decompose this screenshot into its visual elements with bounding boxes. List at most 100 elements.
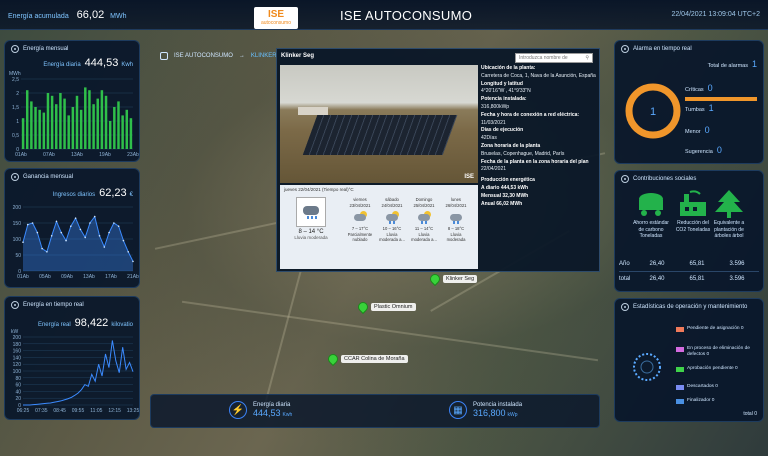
x-tick-label: 06:25 [17,408,30,414]
y-tick-label: 60 [15,383,21,389]
legend-swatch [676,385,684,390]
table-row: total 26,40 65,81 3.596 [619,271,759,286]
info-item: Fecha y hora de conexión a red eléctrica… [481,112,599,128]
monthly-energy-chart: MWh2,521,510,5001Ab 07Ab 13Ab 19Ab 23Ab [9,71,139,158]
y-tick-label: 100 [13,237,22,243]
alarm-critical[interactable]: Críticas 0 [685,83,713,93]
y-tick-label: 120 [13,362,22,368]
legend-item: Descartados 0 [676,384,763,390]
daily-energy-unit: Kwh [121,62,133,68]
bar [30,101,33,149]
plant-popup: Klinker Seg Introduzca nombre de ⚲ ISE U… [276,48,600,272]
forecast-date: 24/04/2021 [381,202,403,208]
ops-total: total 0 [743,411,757,417]
map-marker-ccar[interactable]: CCAR Colina de Moraña [325,351,408,367]
bar [46,93,50,149]
alarm-row-label: Menor [685,129,701,135]
marker-label: Plastic Omnium [371,303,416,311]
realtime-energy-chart: kW20018016014012010080604020006:25 07:35 0… [11,329,139,414]
data-point [74,217,77,219]
alarm-suggestion[interactable]: Sugerencia 0 [685,145,722,155]
info-item: Longitud y latitud 4°20'16"W , 41°9'33"N [481,81,599,97]
y-tick-label: 180 [13,342,22,348]
data-point [127,251,130,253]
realtime-energy-unit: kilovatio [111,322,133,328]
bottom-power-value-row: 316,800 kWp [473,408,522,418]
x-tick-label: 09:55 [72,408,85,414]
map-marker-klinker[interactable]: Klinker Seg [427,271,478,287]
x-tick-label: 13Ab [71,152,83,158]
data-point [93,215,96,218]
rain-cloud-icon [296,197,326,227]
info-label: Fecha de la planta en la zona horaria de… [481,158,589,165]
accum-label: Energía acumulada [8,13,69,20]
y-tick-label: 200 [13,205,22,211]
alarm-minor[interactable]: Menor 0 [685,125,710,135]
alarm-row-label: Tumbas [685,107,705,113]
y-tick-label: 1,5 [12,105,19,111]
map-marker-plastic-omnium[interactable]: Plastic Omnium [355,299,416,315]
bar [50,95,54,149]
weather-today: 8 – 14 °C Lluvia moderada [288,197,334,240]
social-label: Equivalente a plantación de árboles árbo… [713,220,745,239]
daily-energy-stat: ⚡ Energía diaria 444,53 Kwh [229,401,292,419]
y-tick-label: 200 [13,335,22,341]
map-pin-icon[interactable] [427,271,443,287]
data-point [46,251,48,253]
bar [79,109,83,149]
realtime-energy-value: 98,422 [74,317,109,329]
legend-swatch [676,399,684,404]
info-item: Zona horaria de la planta Bruselas, Copen… [481,143,599,159]
alarm-row-value: 1 [708,103,714,113]
bottom-energy-value: 444,53 [253,408,281,418]
x-tick-label: 07:35 [35,408,48,414]
forecast-desc: Lluvia moderada [446,231,466,243]
data-point [103,246,106,248]
alarm-total: Total de alarmas 1 [708,59,757,69]
data-point [108,231,110,234]
info-value: Carretera de Coca, 1, Nava de la Asunció… [481,72,596,79]
y-tick-label: 20 [15,396,21,402]
y-tick-label: 40 [15,389,21,395]
x-tick-label: 08:45 [53,408,66,414]
photo-building [298,107,328,115]
factory-icon [680,190,706,216]
forecast-desc: Parcialmente nublado [347,231,373,243]
installed-power-stat: ▦ Potencia instalada 316,800 kWp [449,401,522,419]
info-value: 22/04/2021 [481,166,507,173]
ise-logo: ISE autoconsumo [254,7,298,29]
y-tick-label: 160 [13,349,22,355]
table-cell: 65,81 [689,276,705,282]
info-label: Fecha y hora de conexión a red eléctrica… [481,111,580,118]
data-point [50,235,53,237]
photo-solar-panels [302,115,458,155]
plant-search-input[interactable]: Introduzca nombre de ⚲ [515,53,593,63]
table-cell: total [619,276,631,282]
home-icon[interactable] [160,52,168,60]
breadcrumb-root[interactable]: ISE AUTOCONSUMO [174,53,233,59]
breadcrumb-current[interactable]: KLINKER [251,53,277,59]
production-annual: Anual 66,02 MWh [481,200,523,207]
ops-donut-chart [633,353,661,381]
info-label: Zona horaria de la planta [481,142,541,149]
alarm-center-value: 1 [650,106,656,118]
clock-icon [11,301,19,309]
search-icon[interactable]: ⚲ [585,55,589,61]
datetime: 22/04/2021 13:09:04 UTC+2 [671,11,760,18]
bar [55,104,58,149]
legend-label: En proceso de eliminación de defectos 0 [687,346,750,357]
alarm-tumbas[interactable]: Tumbas 1 [685,103,714,113]
alarm-icon [621,45,629,53]
info-value: 42Días [481,135,497,142]
info-item: Ubicación de la planta: Carretera de Coca… [481,65,599,81]
legend-label: Finalizador 0 [687,398,715,403]
legend-label: Aprobación pendiente 0 [687,366,738,371]
info-label: Ubicación de la planta: [481,65,536,71]
bar [113,107,116,149]
info-label: Longitud y latitud [481,80,523,87]
bar [59,93,62,149]
forecast-date: 26/04/2021 [445,202,467,208]
map-pin-icon[interactable] [325,351,341,367]
map-pin-icon[interactable] [355,299,371,315]
accum-unit: MWh [110,13,127,20]
